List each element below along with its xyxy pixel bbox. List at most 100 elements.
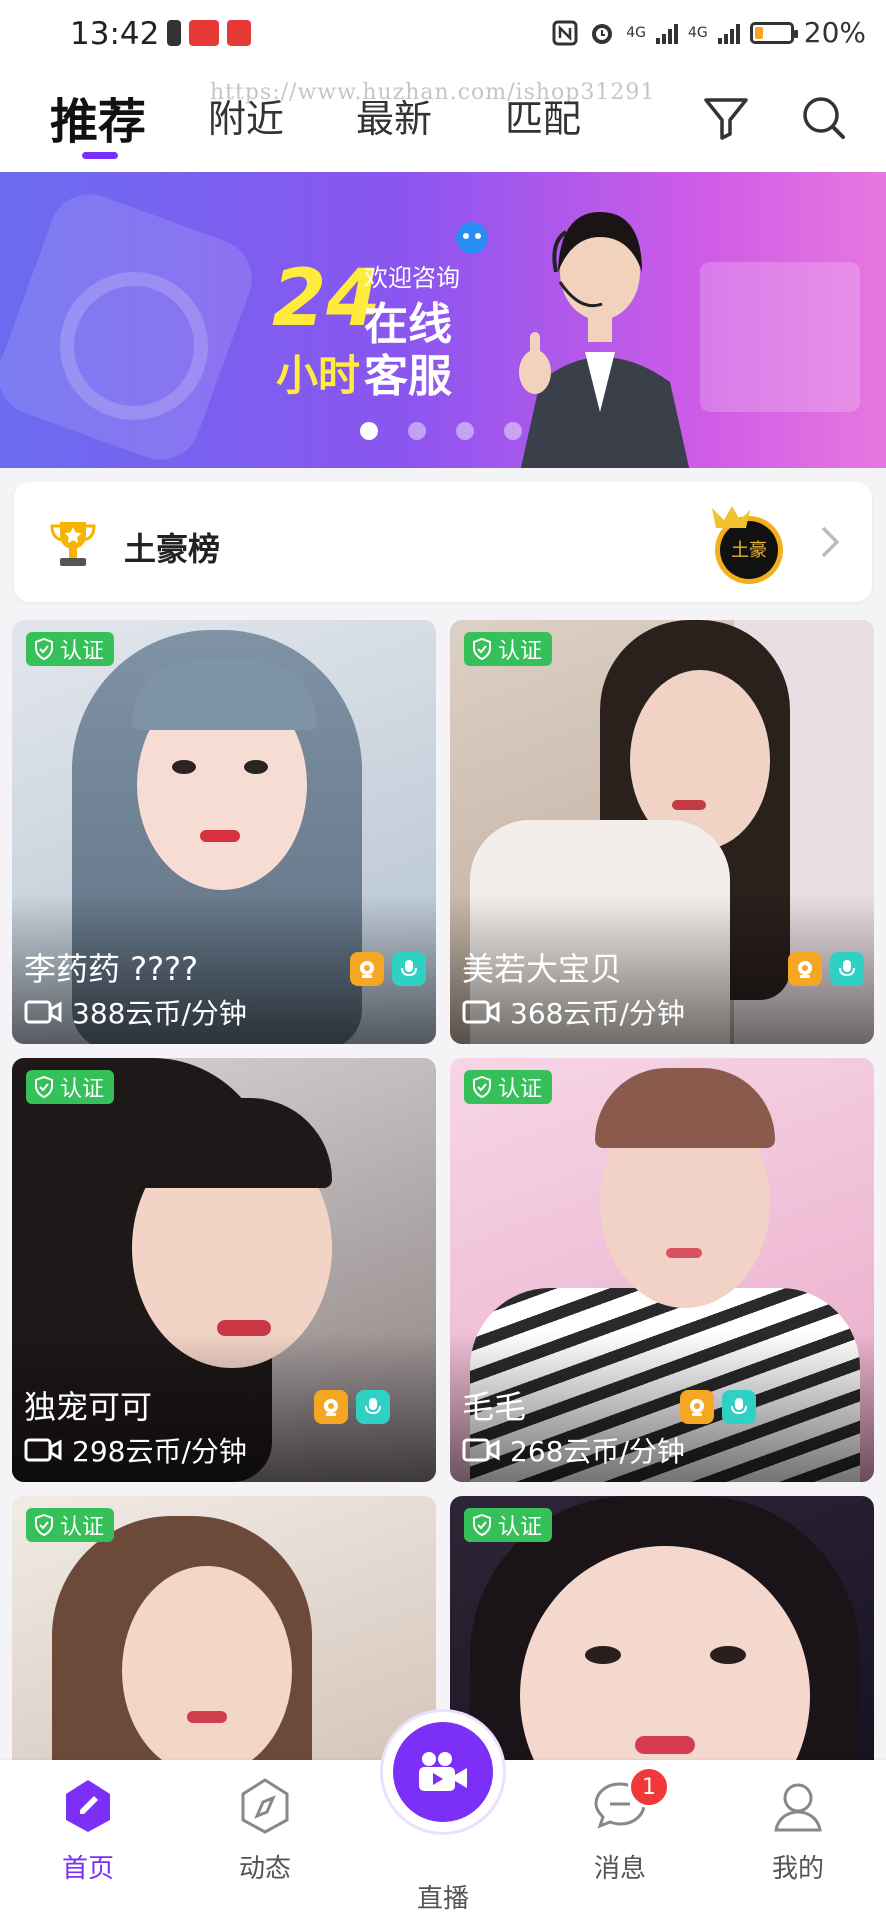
compass-icon bbox=[241, 1778, 289, 1834]
live-button[interactable] bbox=[383, 1712, 503, 1832]
promo-banner[interactable]: 24 小时 欢迎咨询 在线 客服 bbox=[0, 172, 886, 468]
verified-label: 认证 bbox=[498, 639, 543, 664]
host-card[interactable]: 认证 美若大宝贝 368云币/分钟 bbox=[450, 620, 874, 1044]
host-price: 388云币/分钟 bbox=[24, 992, 247, 1032]
headset-decoration bbox=[60, 272, 208, 420]
customer-service-person bbox=[519, 212, 690, 468]
tab-latest[interactable]: 最新 bbox=[356, 88, 432, 143]
status-bar: 13:42 4G 4G 20% bbox=[0, 0, 886, 68]
banner-dot-2[interactable] bbox=[408, 422, 426, 440]
shield-check-icon bbox=[473, 1075, 491, 1099]
video-icon bbox=[462, 1438, 500, 1462]
shield-check-icon bbox=[473, 637, 491, 661]
verified-badge: 认证 bbox=[464, 1508, 553, 1542]
nav-profile[interactable]: 我的 bbox=[738, 1774, 858, 1885]
tab-match[interactable]: 匹配 bbox=[505, 88, 581, 143]
nav-moments-label: 动态 bbox=[238, 1854, 291, 1884]
signal-icon-2 bbox=[717, 22, 740, 44]
verified-badge: 认证 bbox=[26, 632, 115, 666]
video-call-icon bbox=[788, 952, 822, 986]
banner-service: 客服 bbox=[364, 351, 452, 402]
tab-recommend[interactable]: 推荐 bbox=[50, 82, 146, 152]
call-type-icons bbox=[680, 1390, 756, 1424]
price-label: 268云币/分钟 bbox=[510, 1435, 685, 1468]
verified-label: 认证 bbox=[498, 1515, 543, 1540]
verified-badge: 认证 bbox=[464, 632, 553, 666]
rich-list-entry[interactable]: 土豪榜 土豪 bbox=[14, 482, 872, 602]
host-card[interactable]: 认证 独宠可可 298云币/分钟 bbox=[12, 1058, 436, 1482]
monitor-decoration bbox=[700, 262, 860, 412]
voice-call-icon bbox=[830, 952, 864, 986]
voice-call-icon bbox=[356, 1390, 390, 1424]
chevron-right-icon bbox=[821, 526, 840, 558]
price-label: 368云币/分钟 bbox=[510, 997, 685, 1030]
notification-icons bbox=[167, 20, 251, 46]
verified-label: 认证 bbox=[60, 639, 105, 664]
nav-home-label: 首页 bbox=[61, 1854, 114, 1884]
top-navigation: https://www.huzhan.com/ishop31291 推荐 附近 … bbox=[0, 68, 886, 172]
video-icon bbox=[24, 1438, 62, 1462]
nfc-icon bbox=[552, 20, 578, 45]
tab-nearby[interactable]: 附近 bbox=[208, 88, 284, 143]
book-notification-icon bbox=[227, 20, 251, 46]
host-card[interactable]: 认证 毛毛 268云币/分钟 bbox=[450, 1058, 874, 1482]
unread-badge: 1 bbox=[628, 1766, 670, 1808]
host-name: 李药药 ???? bbox=[24, 950, 199, 988]
voice-call-icon bbox=[392, 952, 426, 986]
call-type-icons bbox=[350, 952, 426, 986]
price-label: 388云币/分钟 bbox=[72, 997, 247, 1030]
banner-dot-4[interactable] bbox=[504, 422, 522, 440]
bottom-navigation: 首页 动态 直播 消息 1 我的 bbox=[0, 1712, 886, 1920]
verified-label: 认证 bbox=[60, 1515, 105, 1540]
search-icon[interactable] bbox=[798, 92, 850, 144]
signal-icon bbox=[656, 22, 678, 44]
verified-label: 认证 bbox=[498, 1077, 543, 1102]
active-tab-indicator bbox=[82, 152, 118, 159]
video-call-icon bbox=[680, 1390, 714, 1424]
banner-dot-3[interactable] bbox=[456, 422, 474, 440]
banner-pagination bbox=[360, 422, 522, 440]
video-call-icon bbox=[314, 1390, 348, 1424]
verified-badge: 认证 bbox=[464, 1070, 553, 1104]
app-notification-icon bbox=[189, 20, 219, 46]
network-label-1: 4G bbox=[626, 24, 646, 41]
host-name: 美若大宝贝 bbox=[462, 950, 623, 988]
battery-icon bbox=[749, 21, 798, 44]
nav-moments[interactable]: 动态 bbox=[205, 1774, 325, 1885]
battery-percent: 20% bbox=[803, 16, 866, 49]
verified-badge: 认证 bbox=[26, 1508, 115, 1542]
verified-badge: 认证 bbox=[26, 1070, 115, 1104]
nav-live-label: 直播 bbox=[416, 1884, 469, 1914]
host-price: 368云币/分钟 bbox=[462, 992, 685, 1032]
nav-messages-label: 消息 bbox=[593, 1854, 646, 1884]
sim-icon bbox=[167, 20, 181, 46]
alarm-icon bbox=[592, 23, 613, 44]
status-time: 13:42 bbox=[70, 16, 160, 52]
call-type-icons bbox=[788, 952, 864, 986]
nav-home[interactable]: 首页 bbox=[28, 1774, 148, 1885]
host-card[interactable]: 认证 李药药 ???? 388云币/分钟 bbox=[12, 620, 436, 1044]
shield-check-icon bbox=[35, 1075, 53, 1099]
host-name: 独宠可可 bbox=[24, 1388, 153, 1426]
shield-check-icon bbox=[473, 1513, 491, 1537]
network-label-2: 4G bbox=[688, 24, 708, 41]
video-call-icon bbox=[350, 952, 384, 986]
call-type-icons bbox=[314, 1390, 390, 1424]
banner-dot-1[interactable] bbox=[360, 422, 378, 440]
rich-list-label: 土豪榜 bbox=[124, 530, 221, 568]
nav-profile-label: 我的 bbox=[771, 1854, 824, 1884]
host-name: 毛毛 bbox=[462, 1388, 527, 1426]
avatar-text: 土豪 bbox=[731, 540, 767, 561]
home-icon bbox=[66, 1780, 110, 1832]
voice-call-icon bbox=[722, 1390, 756, 1424]
profile-icon bbox=[774, 1783, 822, 1832]
filter-icon[interactable] bbox=[700, 92, 752, 144]
video-icon bbox=[462, 1000, 500, 1024]
shield-check-icon bbox=[35, 637, 53, 661]
video-camera-icon bbox=[419, 1752, 467, 1791]
status-right: 4G 4G 20% bbox=[552, 16, 866, 49]
top-user-avatar[interactable]: 土豪 bbox=[704, 498, 794, 588]
video-icon bbox=[24, 1000, 62, 1024]
shield-check-icon bbox=[35, 1513, 53, 1537]
host-price: 268云币/分钟 bbox=[462, 1430, 685, 1470]
